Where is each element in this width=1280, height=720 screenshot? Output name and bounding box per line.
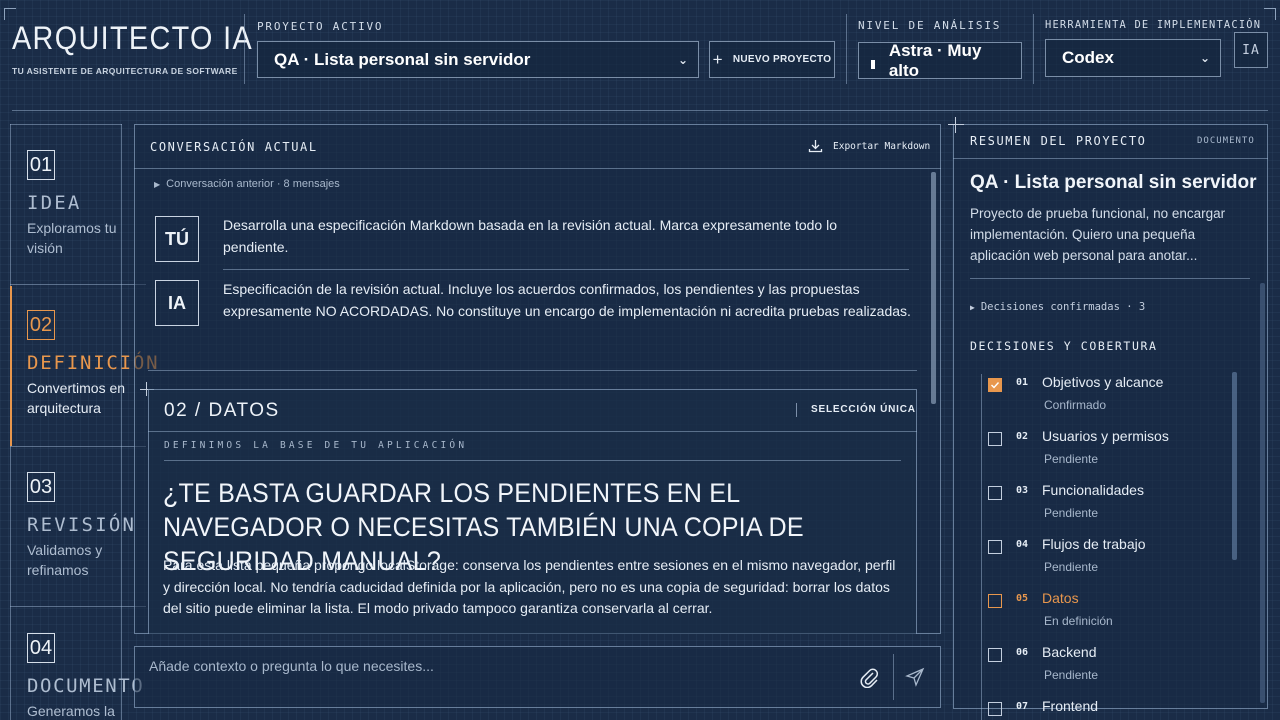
card-kicker: DEFINIMOS LA BASE DE TU APLICACIÓN bbox=[164, 440, 468, 451]
project-select-value: QA · Lista personal sin servidor bbox=[274, 49, 531, 69]
assistant-avatar[interactable]: IA bbox=[1234, 32, 1268, 68]
coverage-scrollbar[interactable] bbox=[1232, 372, 1237, 560]
step-title: IDEA bbox=[27, 192, 82, 214]
step-title: DOCUMENTO bbox=[27, 675, 145, 697]
coverage-item-label: Datos bbox=[1042, 590, 1079, 606]
step-number: 03 bbox=[27, 472, 55, 502]
chevron-down-icon: ⌄ bbox=[1199, 51, 1210, 65]
step-title: DEFINICIÓN bbox=[27, 352, 160, 374]
triangle-right-icon: ▶ bbox=[970, 302, 975, 312]
coverage-item-status: Pendiente bbox=[1044, 506, 1099, 520]
tool-label: HERRAMIENTA DE IMPLEMENTACIÓN bbox=[1045, 19, 1262, 31]
coverage-item-number: 06 bbox=[1016, 647, 1029, 658]
summary-scrollbar[interactable] bbox=[1260, 283, 1265, 703]
coverage-item-status: Pendiente bbox=[1044, 452, 1099, 466]
coverage-item-number: 02 bbox=[1016, 431, 1029, 442]
triangle-right-icon: ▶ bbox=[154, 179, 161, 189]
export-label: Exportar Markdown bbox=[833, 140, 931, 152]
step-revision[interactable]: 03 REVISIÓN Validamos y refinamos bbox=[27, 472, 137, 580]
coverage-item-label: Flujos de trabajo bbox=[1042, 536, 1146, 552]
step-number: 01 bbox=[27, 150, 55, 180]
coverage-item-status: Pendiente bbox=[1044, 560, 1099, 574]
level-select[interactable]: Astra · Muy alto bbox=[858, 40, 1022, 80]
coverage-item-label: Funcionalidades bbox=[1042, 482, 1144, 498]
app-subtitle: TU ASISTENTE DE ARQUITECTURA DE SOFTWARE bbox=[12, 66, 238, 76]
user-message: Desarrolla una especificación Markdown b… bbox=[223, 217, 837, 255]
confirmed-decisions-label: Decisiones confirmadas · 3 bbox=[980, 301, 1146, 313]
level-indicator-icon bbox=[871, 60, 875, 69]
summary-project-name: QA · Lista personal sin servidor bbox=[970, 172, 1257, 193]
new-project-button[interactable]: + NUEVO PROYECTO bbox=[709, 41, 835, 78]
coverage-item-number: 03 bbox=[1016, 485, 1029, 496]
coverage-title: DECISIONES Y COBERTURA bbox=[970, 339, 1158, 353]
coverage-item-label: Usuarios y permisos bbox=[1042, 428, 1169, 444]
step-idea[interactable]: 01 IDEA Exploramos tu visión bbox=[27, 150, 123, 258]
confirmed-decisions-toggle[interactable]: ▶ Decisiones confirmadas · 3 bbox=[970, 301, 1145, 313]
step-title: REVISIÓN bbox=[27, 514, 137, 536]
chevron-down-icon: ⌄ bbox=[677, 52, 688, 67]
step-description: Generamos la bbox=[27, 703, 115, 719]
coverage-item-number: 01 bbox=[1016, 377, 1029, 388]
conversation-scrollbar[interactable] bbox=[931, 172, 936, 404]
project-select[interactable]: QA · Lista personal sin servidor ⌄ bbox=[257, 41, 699, 78]
coverage-item-status: En definición bbox=[1044, 614, 1113, 628]
user-tag: TÚ bbox=[155, 216, 199, 262]
coverage-item-status: Pendiente bbox=[1044, 668, 1099, 682]
coverage-checkbox[interactable] bbox=[988, 594, 1002, 608]
card-heading: 02 / DATOS bbox=[164, 400, 280, 421]
level-label: NIVEL DE ANÁLISIS bbox=[858, 19, 1002, 32]
coverage-checkbox[interactable] bbox=[988, 648, 1002, 662]
send-icon[interactable] bbox=[905, 667, 925, 687]
step-description: Convertimos en arquitectura bbox=[27, 380, 126, 416]
assistant-tag: IA bbox=[155, 280, 199, 326]
app-title: ARQUITECTO IA bbox=[12, 20, 254, 56]
assistant-message: Especificación de la revisión actual. In… bbox=[223, 281, 911, 319]
export-markdown-button[interactable]: Exportar Markdown bbox=[808, 139, 930, 153]
selection-mode-label: SELECCIÓN ÚNICA bbox=[811, 404, 916, 415]
coverage-item-label: Frontend bbox=[1042, 698, 1099, 714]
coverage-checkbox[interactable] bbox=[988, 702, 1002, 716]
message-input-placeholder: Añade contexto o pregunta lo que necesit… bbox=[149, 658, 434, 674]
coverage-item-label: Backend bbox=[1042, 644, 1097, 660]
step-number: 02 bbox=[27, 310, 55, 340]
coverage-item-number: 04 bbox=[1016, 539, 1029, 550]
summary-title: RESUMEN DEL PROYECTO bbox=[970, 134, 1147, 148]
step-definicion[interactable]: 02 DEFINICIÓN Convertimos en arquitectur… bbox=[27, 310, 160, 418]
coverage-item-number: 07 bbox=[1016, 701, 1029, 712]
tool-select-value: Codex bbox=[1062, 48, 1114, 67]
step-description: Validamos y refinamos bbox=[27, 542, 103, 578]
new-project-label: NUEVO PROYECTO bbox=[732, 54, 832, 65]
coverage-checkbox[interactable] bbox=[988, 432, 1002, 446]
tool-select[interactable]: Codex ⌄ bbox=[1045, 39, 1221, 77]
checkmark-icon bbox=[991, 382, 1000, 389]
coverage-item-number: 05 bbox=[1016, 593, 1029, 604]
summary-project-description: Proyecto de prueba funcional, no encarga… bbox=[970, 206, 1226, 263]
coverage-item-status: Confirmado bbox=[1044, 398, 1107, 412]
message-input[interactable] bbox=[134, 646, 941, 708]
previous-conversation-label: Conversación anterior · 8 mensajes bbox=[166, 178, 340, 190]
step-documento[interactable]: 04 DOCUMENTO Generamos la bbox=[27, 633, 145, 720]
paperclip-icon[interactable] bbox=[858, 666, 880, 688]
download-icon bbox=[808, 140, 823, 153]
project-label: PROYECTO ACTIVO bbox=[257, 20, 384, 33]
coverage-checkbox[interactable] bbox=[988, 378, 1002, 392]
conversation-title: CONVERSACIÓN ACTUAL bbox=[150, 140, 318, 154]
previous-conversation-toggle[interactable]: ▶ Conversación anterior · 8 mensajes bbox=[154, 178, 340, 190]
plus-icon: + bbox=[712, 49, 723, 69]
step-description: Exploramos tu visión bbox=[27, 220, 117, 256]
coverage-checkbox[interactable] bbox=[988, 486, 1002, 500]
card-body: Para esta lista pequeña propongo localSt… bbox=[163, 557, 896, 616]
coverage-checkbox[interactable] bbox=[988, 540, 1002, 554]
coverage-item-label: Objetivos y alcance bbox=[1042, 374, 1164, 390]
step-number: 04 bbox=[27, 633, 55, 663]
level-select-value: Astra · Muy alto bbox=[888, 40, 982, 80]
document-link[interactable]: DOCUMENTO bbox=[1197, 136, 1255, 146]
